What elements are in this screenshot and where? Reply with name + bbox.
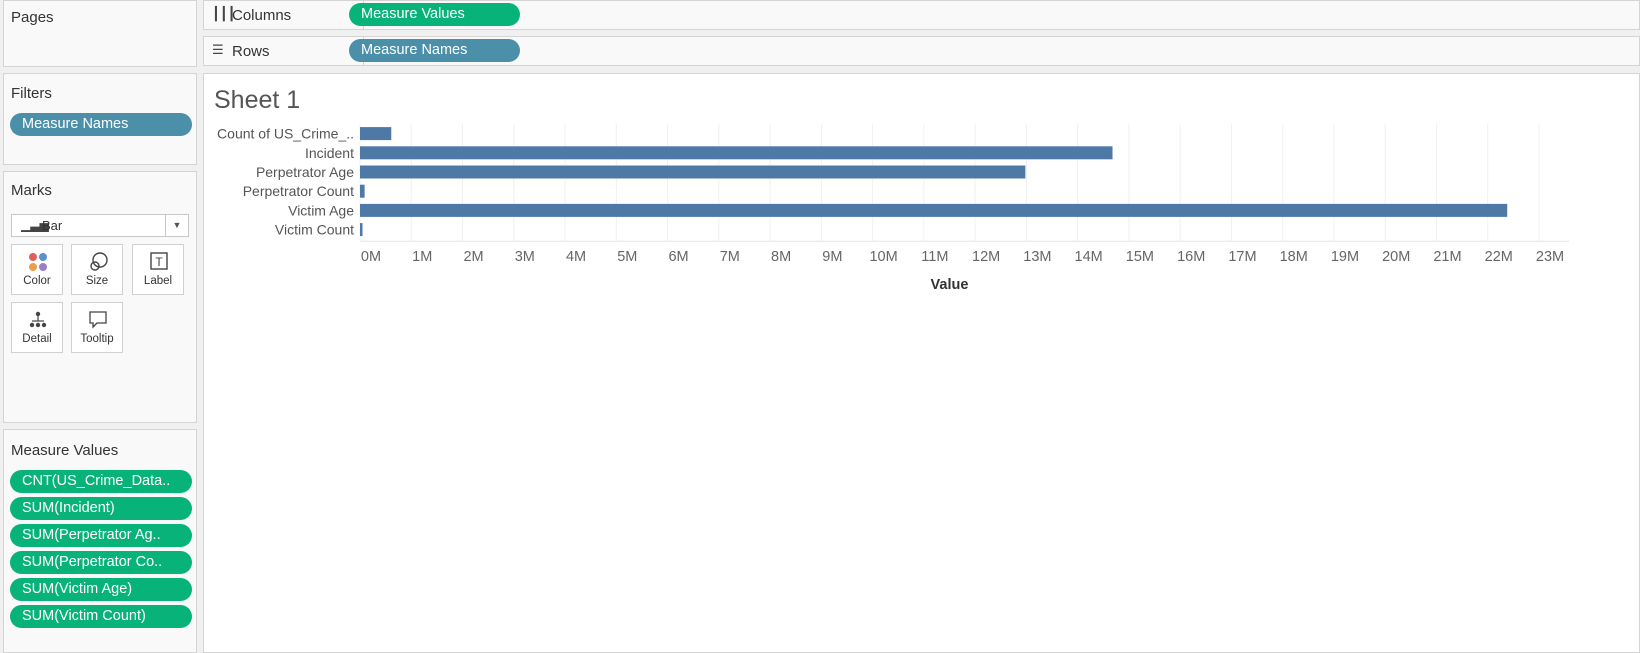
bar bbox=[360, 127, 392, 141]
x-tick-label: 13M bbox=[1023, 249, 1051, 265]
color-icon bbox=[29, 253, 47, 271]
measure-value-pill[interactable]: SUM(Victim Age) bbox=[10, 578, 192, 601]
mark-type-dropdown[interactable]: ▁▃▅ Bar ▼ bbox=[11, 214, 189, 237]
measure-values-title: Measure Values bbox=[11, 442, 119, 459]
x-tick-label: 8M bbox=[771, 249, 791, 265]
chevron-down-icon: ▼ bbox=[165, 215, 188, 236]
x-tick-label: 6M bbox=[668, 249, 688, 265]
marks-title: Marks bbox=[11, 182, 52, 199]
x-tick-label: 21M bbox=[1433, 249, 1461, 265]
x-tick-label: 15M bbox=[1126, 249, 1154, 265]
svg-text:T: T bbox=[155, 255, 163, 269]
bar bbox=[360, 184, 365, 198]
x-tick-label: 3M bbox=[515, 249, 535, 265]
bar-chart: 0M 1M 2M 3M 4M 5M 6M 7M 8M 9M 10M 11M 12M 13M 14M 15M 16… bbox=[217, 124, 1569, 293]
x-tick-label: 20M bbox=[1382, 249, 1410, 265]
measure-value-pill[interactable]: SUM(Victim Count) bbox=[10, 605, 192, 628]
category-label: Victim Age bbox=[288, 202, 354, 218]
tooltip-icon bbox=[89, 311, 107, 329]
bar bbox=[360, 223, 363, 237]
x-tick-label: 5M bbox=[617, 249, 637, 265]
rows-icon: ☰ bbox=[212, 42, 224, 57]
x-tick-label: 16M bbox=[1177, 249, 1205, 265]
x-tick-label: 0M bbox=[361, 249, 381, 265]
x-tick-label: 23M bbox=[1536, 249, 1564, 265]
filters-title: Filters bbox=[11, 85, 52, 102]
x-tick-label: 22M bbox=[1485, 249, 1513, 265]
pages-card[interactable]: Pages bbox=[3, 0, 197, 67]
category-label: Count of US_Crime_.. bbox=[217, 126, 354, 142]
label-icon: T bbox=[150, 252, 168, 270]
filter-measure-names-pill[interactable]: Measure Names bbox=[10, 113, 192, 136]
measure-value-pill[interactable]: SUM(Incident) bbox=[10, 497, 192, 520]
x-tick-label: 18M bbox=[1280, 249, 1308, 265]
measure-value-pill[interactable]: SUM(Perpetrator Ag.. bbox=[10, 524, 192, 547]
x-tick-label: 9M bbox=[822, 249, 842, 265]
rows-shelf-label: ☰ Rows bbox=[204, 37, 364, 65]
columns-shelf[interactable]: ┃┃┃ Columns Measure Values bbox=[203, 0, 1640, 30]
category-label: Perpetrator Count bbox=[243, 183, 354, 199]
x-tick-label: 10M bbox=[869, 249, 897, 265]
category-label: Victim Count bbox=[275, 222, 354, 238]
x-tick-label: 19M bbox=[1331, 249, 1359, 265]
marks-detail-button[interactable]: Detail bbox=[11, 302, 63, 353]
measure-value-pill[interactable]: CNT(US_Crime_Data.. bbox=[10, 470, 192, 493]
marks-tooltip-button[interactable]: Tooltip bbox=[71, 302, 123, 353]
x-tick-label: 14M bbox=[1075, 249, 1103, 265]
x-tick-label: 2M bbox=[463, 249, 483, 265]
x-axis-title: Value bbox=[931, 277, 969, 293]
bar bbox=[360, 203, 1508, 217]
pages-title: Pages bbox=[11, 9, 54, 26]
x-tick-label: 7M bbox=[720, 249, 740, 265]
bar bbox=[360, 165, 1026, 179]
rows-measure-names-pill[interactable]: Measure Names bbox=[349, 39, 520, 62]
columns-shelf-label: ┃┃┃ Columns bbox=[204, 1, 364, 29]
worksheet-view[interactable]: Sheet 1 0M 1M 2M 3M 4M 5M 6M 7M 8M 9M 10M 11M 12M 13M… bbox=[203, 73, 1640, 653]
rows-shelf[interactable]: ☰ Rows Measure Names bbox=[203, 36, 1640, 66]
x-tick-label: 17M bbox=[1228, 249, 1256, 265]
columns-measure-values-pill[interactable]: Measure Values bbox=[349, 3, 520, 26]
detail-icon bbox=[29, 311, 47, 328]
x-tick-label: 12M bbox=[972, 249, 1000, 265]
marks-color-button[interactable]: Color bbox=[11, 244, 63, 295]
x-tick-label: 11M bbox=[921, 249, 948, 265]
x-tick-label: 4M bbox=[566, 249, 586, 265]
x-tick-label: 1M bbox=[412, 249, 432, 265]
category-label: Perpetrator Age bbox=[256, 164, 354, 180]
marks-size-button[interactable]: Size bbox=[71, 244, 123, 295]
marks-label-button[interactable]: T Label bbox=[132, 244, 184, 295]
size-icon bbox=[90, 252, 108, 271]
bar bbox=[360, 146, 1113, 160]
measure-values-card[interactable]: Measure Values CNT(US_Crime_Data.. SUM(I… bbox=[3, 429, 197, 653]
category-label: Incident bbox=[305, 145, 354, 161]
marks-card[interactable]: Marks bbox=[3, 171, 197, 423]
filters-card[interactable]: Filters Measure Names bbox=[3, 73, 197, 165]
measure-value-pill[interactable]: SUM(Perpetrator Co.. bbox=[10, 551, 192, 574]
